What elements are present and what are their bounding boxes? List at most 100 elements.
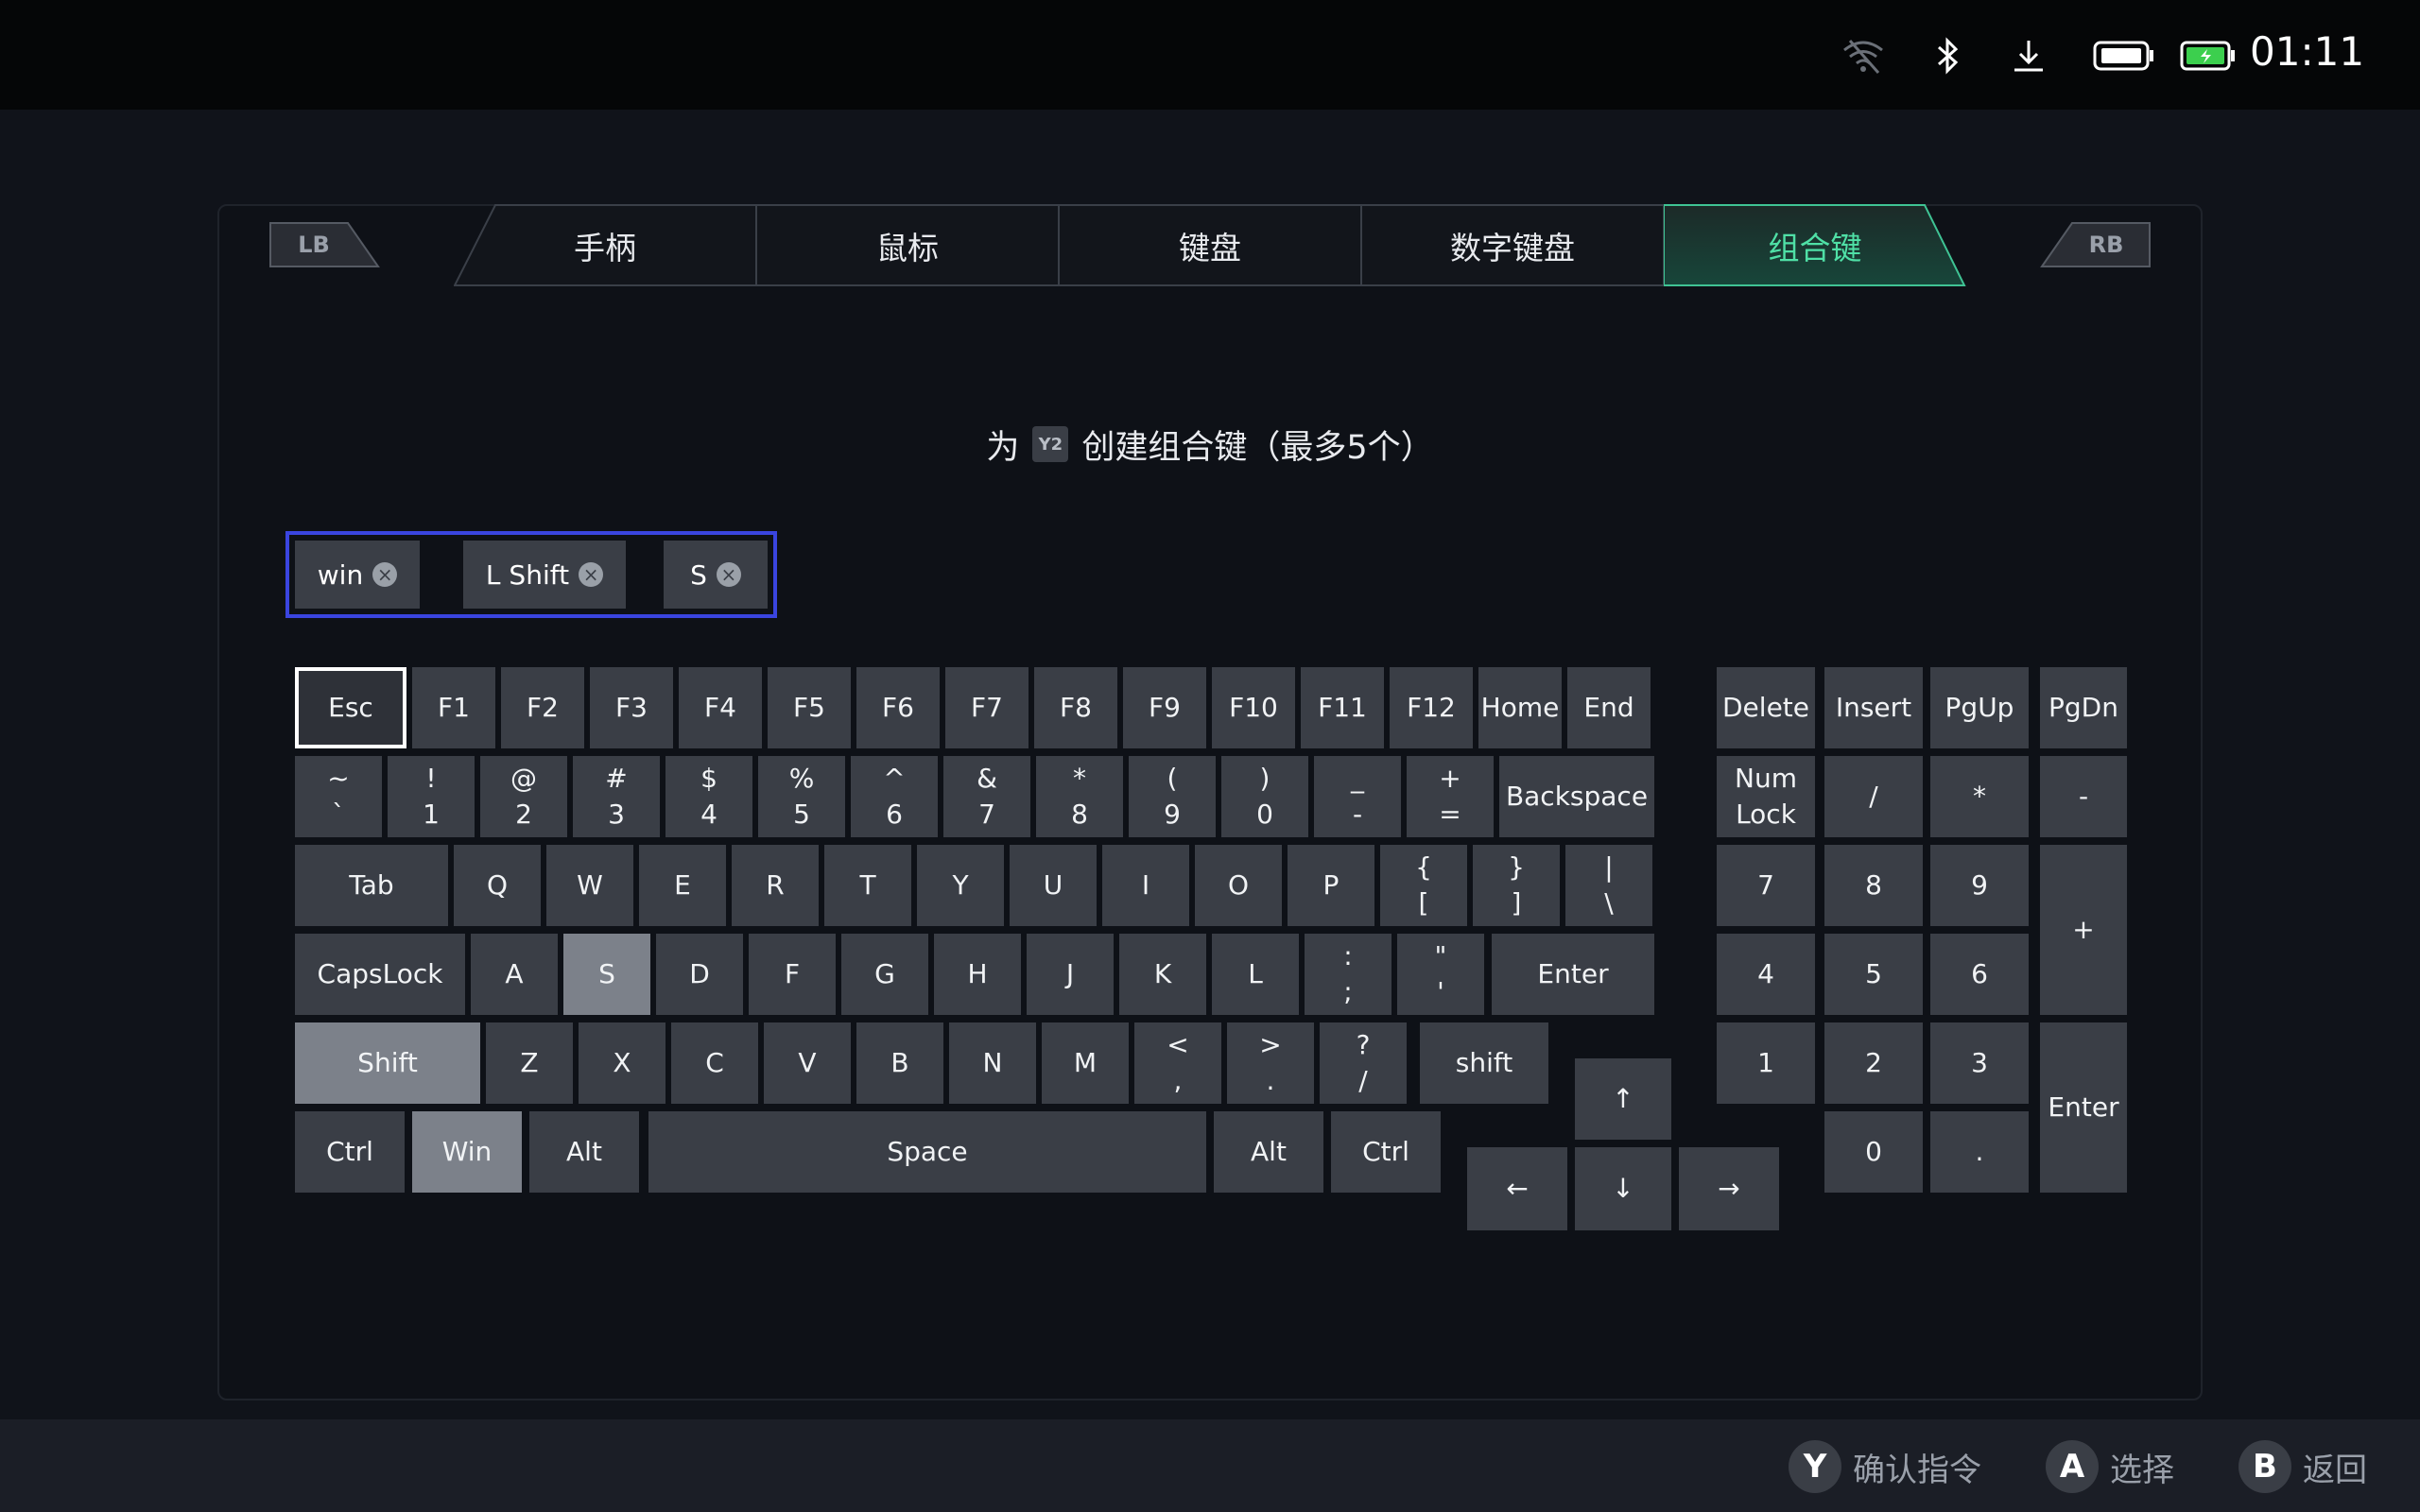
key-enter[interactable]: Enter <box>1492 934 1654 1015</box>
key-f10[interactable]: F10 <box>1212 667 1295 748</box>
key-delete[interactable]: Delete <box>1717 667 1815 748</box>
key-0[interactable]: ) 0 <box>1221 756 1308 837</box>
key-z[interactable]: Z <box>486 1022 573 1104</box>
key-sym[interactable]: :; <box>1305 934 1392 1015</box>
key-arrow-right[interactable]: → <box>1679 1147 1779 1230</box>
key-x[interactable]: X <box>579 1022 666 1104</box>
key-right-alt[interactable]: Alt <box>1214 1111 1323 1193</box>
key-numpad-enter[interactable]: Enter <box>2040 1022 2127 1193</box>
key-f6[interactable]: F6 <box>856 667 940 748</box>
key-numlock[interactable]: Num Lock <box>1717 756 1815 837</box>
combo-chip-lshift[interactable]: L Shift × <box>463 541 626 609</box>
key-f8[interactable]: F8 <box>1034 667 1117 748</box>
key-tab[interactable]: Tab <box>295 845 448 926</box>
key-f3[interactable]: F3 <box>590 667 673 748</box>
key-f9[interactable]: F9 <box>1123 667 1206 748</box>
key-m[interactable]: M <box>1042 1022 1129 1104</box>
key-numpad-8[interactable]: 8 <box>1824 845 1923 926</box>
key-4[interactable]: $4 <box>666 756 752 837</box>
key-sym[interactable]: " ' <box>1397 934 1484 1015</box>
key-numpad-divide[interactable]: / <box>1824 756 1923 837</box>
lb-button[interactable]: LB <box>268 221 380 268</box>
key-2[interactable]: @2 <box>480 756 567 837</box>
key-right-ctrl[interactable]: Ctrl <box>1331 1111 1441 1193</box>
key-q[interactable]: Q <box>454 845 541 926</box>
hint-back[interactable]: B 返回 <box>2238 1440 2367 1493</box>
key-numpad-1[interactable]: 1 <box>1717 1022 1815 1104</box>
key-1[interactable]: ! 1 <box>388 756 475 837</box>
key-b[interactable]: B <box>856 1022 943 1104</box>
key-numpad-add[interactable]: + <box>2040 845 2127 1015</box>
key-o[interactable]: O <box>1195 845 1282 926</box>
key-insert[interactable]: Insert <box>1824 667 1923 748</box>
key-f5[interactable]: F5 <box>768 667 851 748</box>
key-capslock[interactable]: CapsLock <box>295 934 465 1015</box>
key-numpad-multiply[interactable]: * <box>1930 756 2029 837</box>
key-arrow-left[interactable]: ← <box>1467 1147 1567 1230</box>
key-k[interactable]: K <box>1119 934 1206 1015</box>
remove-icon[interactable]: × <box>579 562 604 587</box>
tab-combo-keys[interactable]: 组合键 <box>1664 204 1966 287</box>
key-f12[interactable]: F12 <box>1390 667 1473 748</box>
key-v[interactable]: V <box>764 1022 851 1104</box>
key-3[interactable]: #3 <box>573 756 660 837</box>
key-sym[interactable]: >. <box>1227 1022 1314 1104</box>
key-d[interactable]: D <box>656 934 743 1015</box>
key-arrow-down[interactable]: ↓ <box>1575 1147 1671 1230</box>
key-6[interactable]: ^ 6 <box>851 756 938 837</box>
key-u[interactable]: U <box>1010 845 1097 926</box>
key-sym[interactable]: {[ <box>1380 845 1467 926</box>
tab-mouse[interactable]: 鼠标 <box>756 204 1059 287</box>
key-r[interactable]: R <box>732 845 819 926</box>
hint-confirm[interactable]: Y 确认指令 <box>1789 1440 1981 1493</box>
key-left-alt[interactable]: Alt <box>529 1111 639 1193</box>
key-sym[interactable]: | \ <box>1565 845 1652 926</box>
key-left-ctrl[interactable]: Ctrl <box>295 1111 405 1193</box>
key-sym[interactable]: <, <box>1134 1022 1221 1104</box>
key-s[interactable]: S <box>563 934 650 1015</box>
combo-chip-win[interactable]: win × <box>295 541 420 609</box>
key-numpad-6[interactable]: 6 <box>1930 934 2029 1015</box>
key-c[interactable]: C <box>671 1022 758 1104</box>
key-w[interactable]: W <box>546 845 633 926</box>
key-left-shift[interactable]: Shift <box>295 1022 480 1104</box>
tab-keyboard[interactable]: 键盘 <box>1059 204 1361 287</box>
key-pgdn[interactable]: PgDn <box>2040 667 2127 748</box>
key-5[interactable]: % 5 <box>758 756 845 837</box>
key-f4[interactable]: F4 <box>679 667 762 748</box>
key-numpad-5[interactable]: 5 <box>1824 934 1923 1015</box>
key-n[interactable]: N <box>949 1022 1036 1104</box>
key-numpad-decimal[interactable]: . <box>1930 1111 2029 1193</box>
key-numpad-4[interactable]: 4 <box>1717 934 1815 1015</box>
remove-icon[interactable]: × <box>372 562 398 587</box>
hint-select[interactable]: A 选择 <box>2046 1440 2174 1493</box>
key-numpad-2[interactable]: 2 <box>1824 1022 1923 1104</box>
key-f2[interactable]: F2 <box>501 667 584 748</box>
key-end[interactable]: End <box>1567 667 1651 748</box>
key-g[interactable]: G <box>841 934 928 1015</box>
key-numpad-7[interactable]: 7 <box>1717 845 1815 926</box>
key-numpad-subtract[interactable]: - <box>2040 756 2127 837</box>
key-sym[interactable]: }] <box>1473 845 1560 926</box>
key-a[interactable]: A <box>471 934 558 1015</box>
key-9[interactable]: (9 <box>1129 756 1216 837</box>
key-numpad-0[interactable]: 0 <box>1824 1111 1923 1193</box>
key-numpad-3[interactable]: 3 <box>1930 1022 2029 1104</box>
key-f7[interactable]: F7 <box>945 667 1028 748</box>
key-l[interactable]: L <box>1212 934 1299 1015</box>
key-arrow-up[interactable]: ↑ <box>1575 1058 1671 1140</box>
key-e[interactable]: E <box>639 845 726 926</box>
key-numpad-9[interactable]: 9 <box>1930 845 2029 926</box>
rb-button[interactable]: RB <box>2040 221 2152 268</box>
key-i[interactable]: I <box>1102 845 1189 926</box>
key-space[interactable]: Space <box>648 1111 1206 1193</box>
key-f11[interactable]: F11 <box>1301 667 1384 748</box>
key-esc[interactable]: Esc <box>295 667 406 748</box>
key-h[interactable]: H <box>934 934 1021 1015</box>
tab-gamepad[interactable]: 手柄 <box>454 204 756 287</box>
key-sym[interactable]: + = <box>1407 756 1494 837</box>
key-win[interactable]: Win <box>412 1111 522 1193</box>
key-p[interactable]: P <box>1288 845 1374 926</box>
tab-numpad[interactable]: 数字键盘 <box>1361 204 1664 287</box>
combo-chip-s[interactable]: S × <box>664 541 768 609</box>
